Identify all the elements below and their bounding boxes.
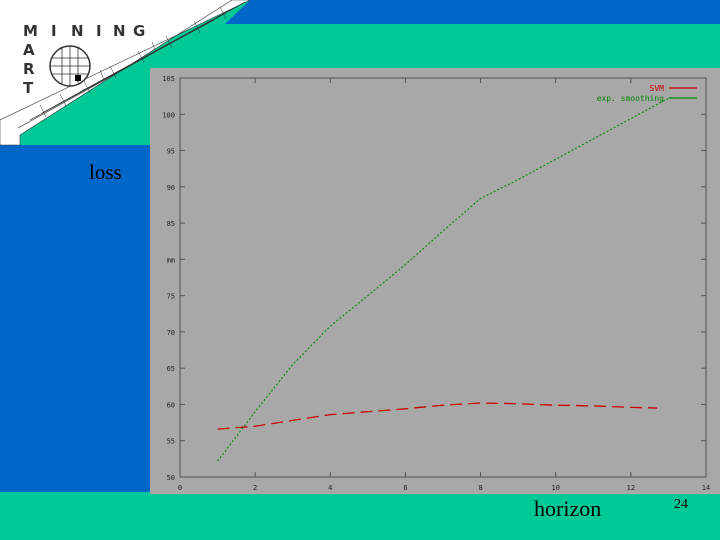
chart: 0 2 4 6 8 10 12 14 50 55 60 65 70 75 mm 85 90 95 100 105 SV…	[150, 68, 720, 494]
logo-letter-i2: I	[96, 22, 102, 40]
legend-label: SVM	[650, 84, 665, 93]
y-tick-label: 95	[167, 148, 175, 156]
logo-letter-m: M	[23, 22, 38, 40]
logo-letter-g: G	[133, 22, 145, 40]
top-blue-band	[225, 0, 720, 24]
logo-letter-r: R	[23, 60, 35, 78]
y-tick-label: 105	[162, 75, 175, 83]
y-tick-label: 85	[167, 220, 175, 228]
logo-letter-n2: N	[113, 22, 126, 40]
y-tick-label: 50	[167, 474, 175, 482]
y-tick-label: mm	[167, 256, 175, 264]
y-tick-label: 100	[162, 111, 175, 119]
x-tick-label: 10	[551, 484, 559, 492]
logo-letter-a: A	[23, 41, 35, 59]
x-tick-label: 14	[702, 484, 710, 492]
y-tick-label: 55	[167, 438, 175, 446]
x-tick-label: 12	[627, 484, 635, 492]
y-tick-label: 90	[167, 184, 175, 192]
y-tick-label: 70	[167, 329, 175, 337]
page-number: 24	[674, 497, 688, 512]
x-tick-label: 8	[478, 484, 482, 492]
y-axis-label: loss	[89, 160, 122, 184]
x-tick-label: 2	[253, 484, 257, 492]
logo-letter-n: N	[71, 22, 84, 40]
legend-label: exp. smoothing	[597, 94, 665, 103]
y-tick-label: 65	[167, 365, 175, 373]
y-tick-label: 60	[167, 401, 175, 409]
plot-frame	[150, 68, 720, 494]
x-tick-label: 6	[403, 484, 407, 492]
left-blue-panel	[0, 145, 150, 492]
x-axis-label: horizon	[534, 496, 602, 521]
y-tick-label: 75	[167, 293, 175, 301]
logo-letter-t: T	[23, 79, 34, 97]
x-tick-label: 4	[328, 484, 332, 492]
x-tick-label: 0	[178, 484, 182, 492]
logo-letter-i: I	[51, 22, 57, 40]
